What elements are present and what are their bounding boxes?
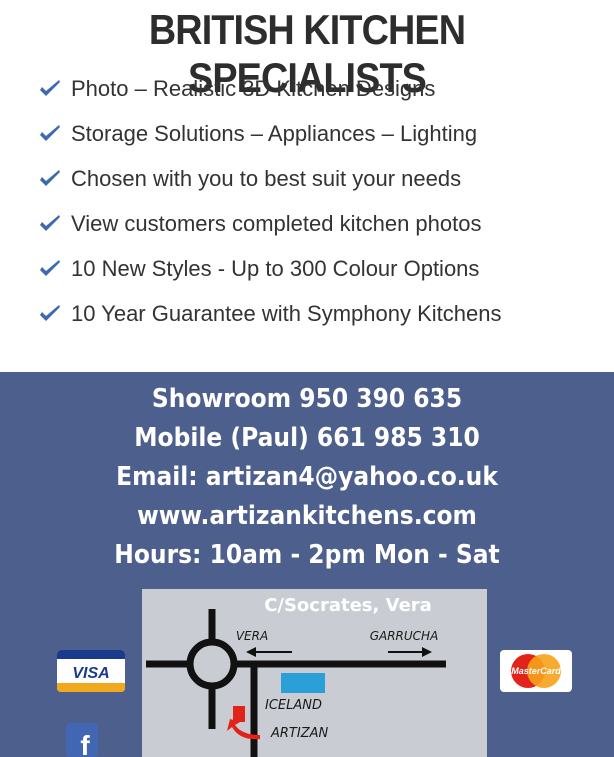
- map-drawing: C/Socrates, Vera VERA GARRUCHA ICELAND A…: [146, 595, 446, 757]
- feature-item: Photo – Realistic 3D Kitchen Designs: [38, 66, 502, 111]
- right-arrow-icon: [388, 647, 432, 657]
- feature-item: 10 New Styles - Up to 300 Colour Options: [38, 246, 502, 291]
- garrucha-direction-label: GARRUCHA: [370, 629, 439, 643]
- visa-label: VISA: [72, 665, 109, 682]
- feature-text: View customers completed kitchen photos: [71, 210, 482, 236]
- feature-text: Chosen with you to best suit your needs: [71, 165, 462, 191]
- visa-card-icon: VISA: [57, 650, 125, 692]
- street-label: C/Socrates, Vera: [264, 595, 432, 616]
- feature-text: 10 New Styles - Up to 300 Colour Options: [71, 255, 480, 281]
- email-address: Email: artizan4@yahoo.co.uk: [116, 462, 498, 492]
- iceland-marker: [281, 673, 325, 693]
- feature-item: Chosen with you to best suit your needs: [38, 156, 502, 201]
- checkmark-icon: [40, 214, 60, 231]
- features-panel: BRITISH KITCHEN SPECIALISTS Photo – Real…: [0, 0, 614, 372]
- advert: BRITISH KITCHEN SPECIALISTS Photo – Real…: [0, 0, 614, 757]
- mobile-phone: Mobile (Paul) 661 985 310: [134, 423, 480, 453]
- artizan-marker: [233, 706, 245, 722]
- checkmark-icon: [40, 79, 60, 96]
- vera-direction-label: VERA: [236, 629, 268, 643]
- checkmark-icon: [40, 304, 60, 321]
- feature-text: Photo – Realistic 3D Kitchen Designs: [71, 75, 436, 101]
- feature-text: Storage Solutions – Appliances – Lightin…: [71, 120, 478, 146]
- mastercard-icon: MasterCard: [500, 650, 572, 692]
- facebook-icon[interactable]: f: [66, 723, 98, 757]
- artizan-label: ARTIZAN: [270, 726, 328, 741]
- feature-list: Photo – Realistic 3D Kitchen Designs Sto…: [38, 66, 502, 336]
- checkmark-icon: [40, 259, 60, 276]
- left-arrow-icon: [246, 647, 292, 657]
- iceland-label: ICELAND: [265, 698, 322, 713]
- facebook-glyph: f: [80, 730, 90, 757]
- roundabout: [186, 638, 238, 690]
- feature-text: 10 Year Guarantee with Symphony Kitchens: [71, 300, 502, 326]
- checkmark-icon: [40, 169, 60, 186]
- mastercard-label: MasterCard: [511, 666, 561, 676]
- checkmark-icon: [40, 124, 60, 141]
- feature-item: Storage Solutions – Appliances – Lightin…: [38, 111, 502, 156]
- feature-item: 10 Year Guarantee with Symphony Kitchens: [38, 291, 502, 336]
- opening-hours: Hours: 10am - 2pm Mon - Sat: [114, 540, 500, 570]
- showroom-phone: Showroom 950 390 635: [151, 384, 463, 414]
- website-url: www.artizankitchens.com: [137, 501, 477, 531]
- location-map: C/Socrates, Vera VERA GARRUCHA ICELAND A…: [142, 589, 487, 757]
- feature-item: View customers completed kitchen photos: [38, 201, 502, 246]
